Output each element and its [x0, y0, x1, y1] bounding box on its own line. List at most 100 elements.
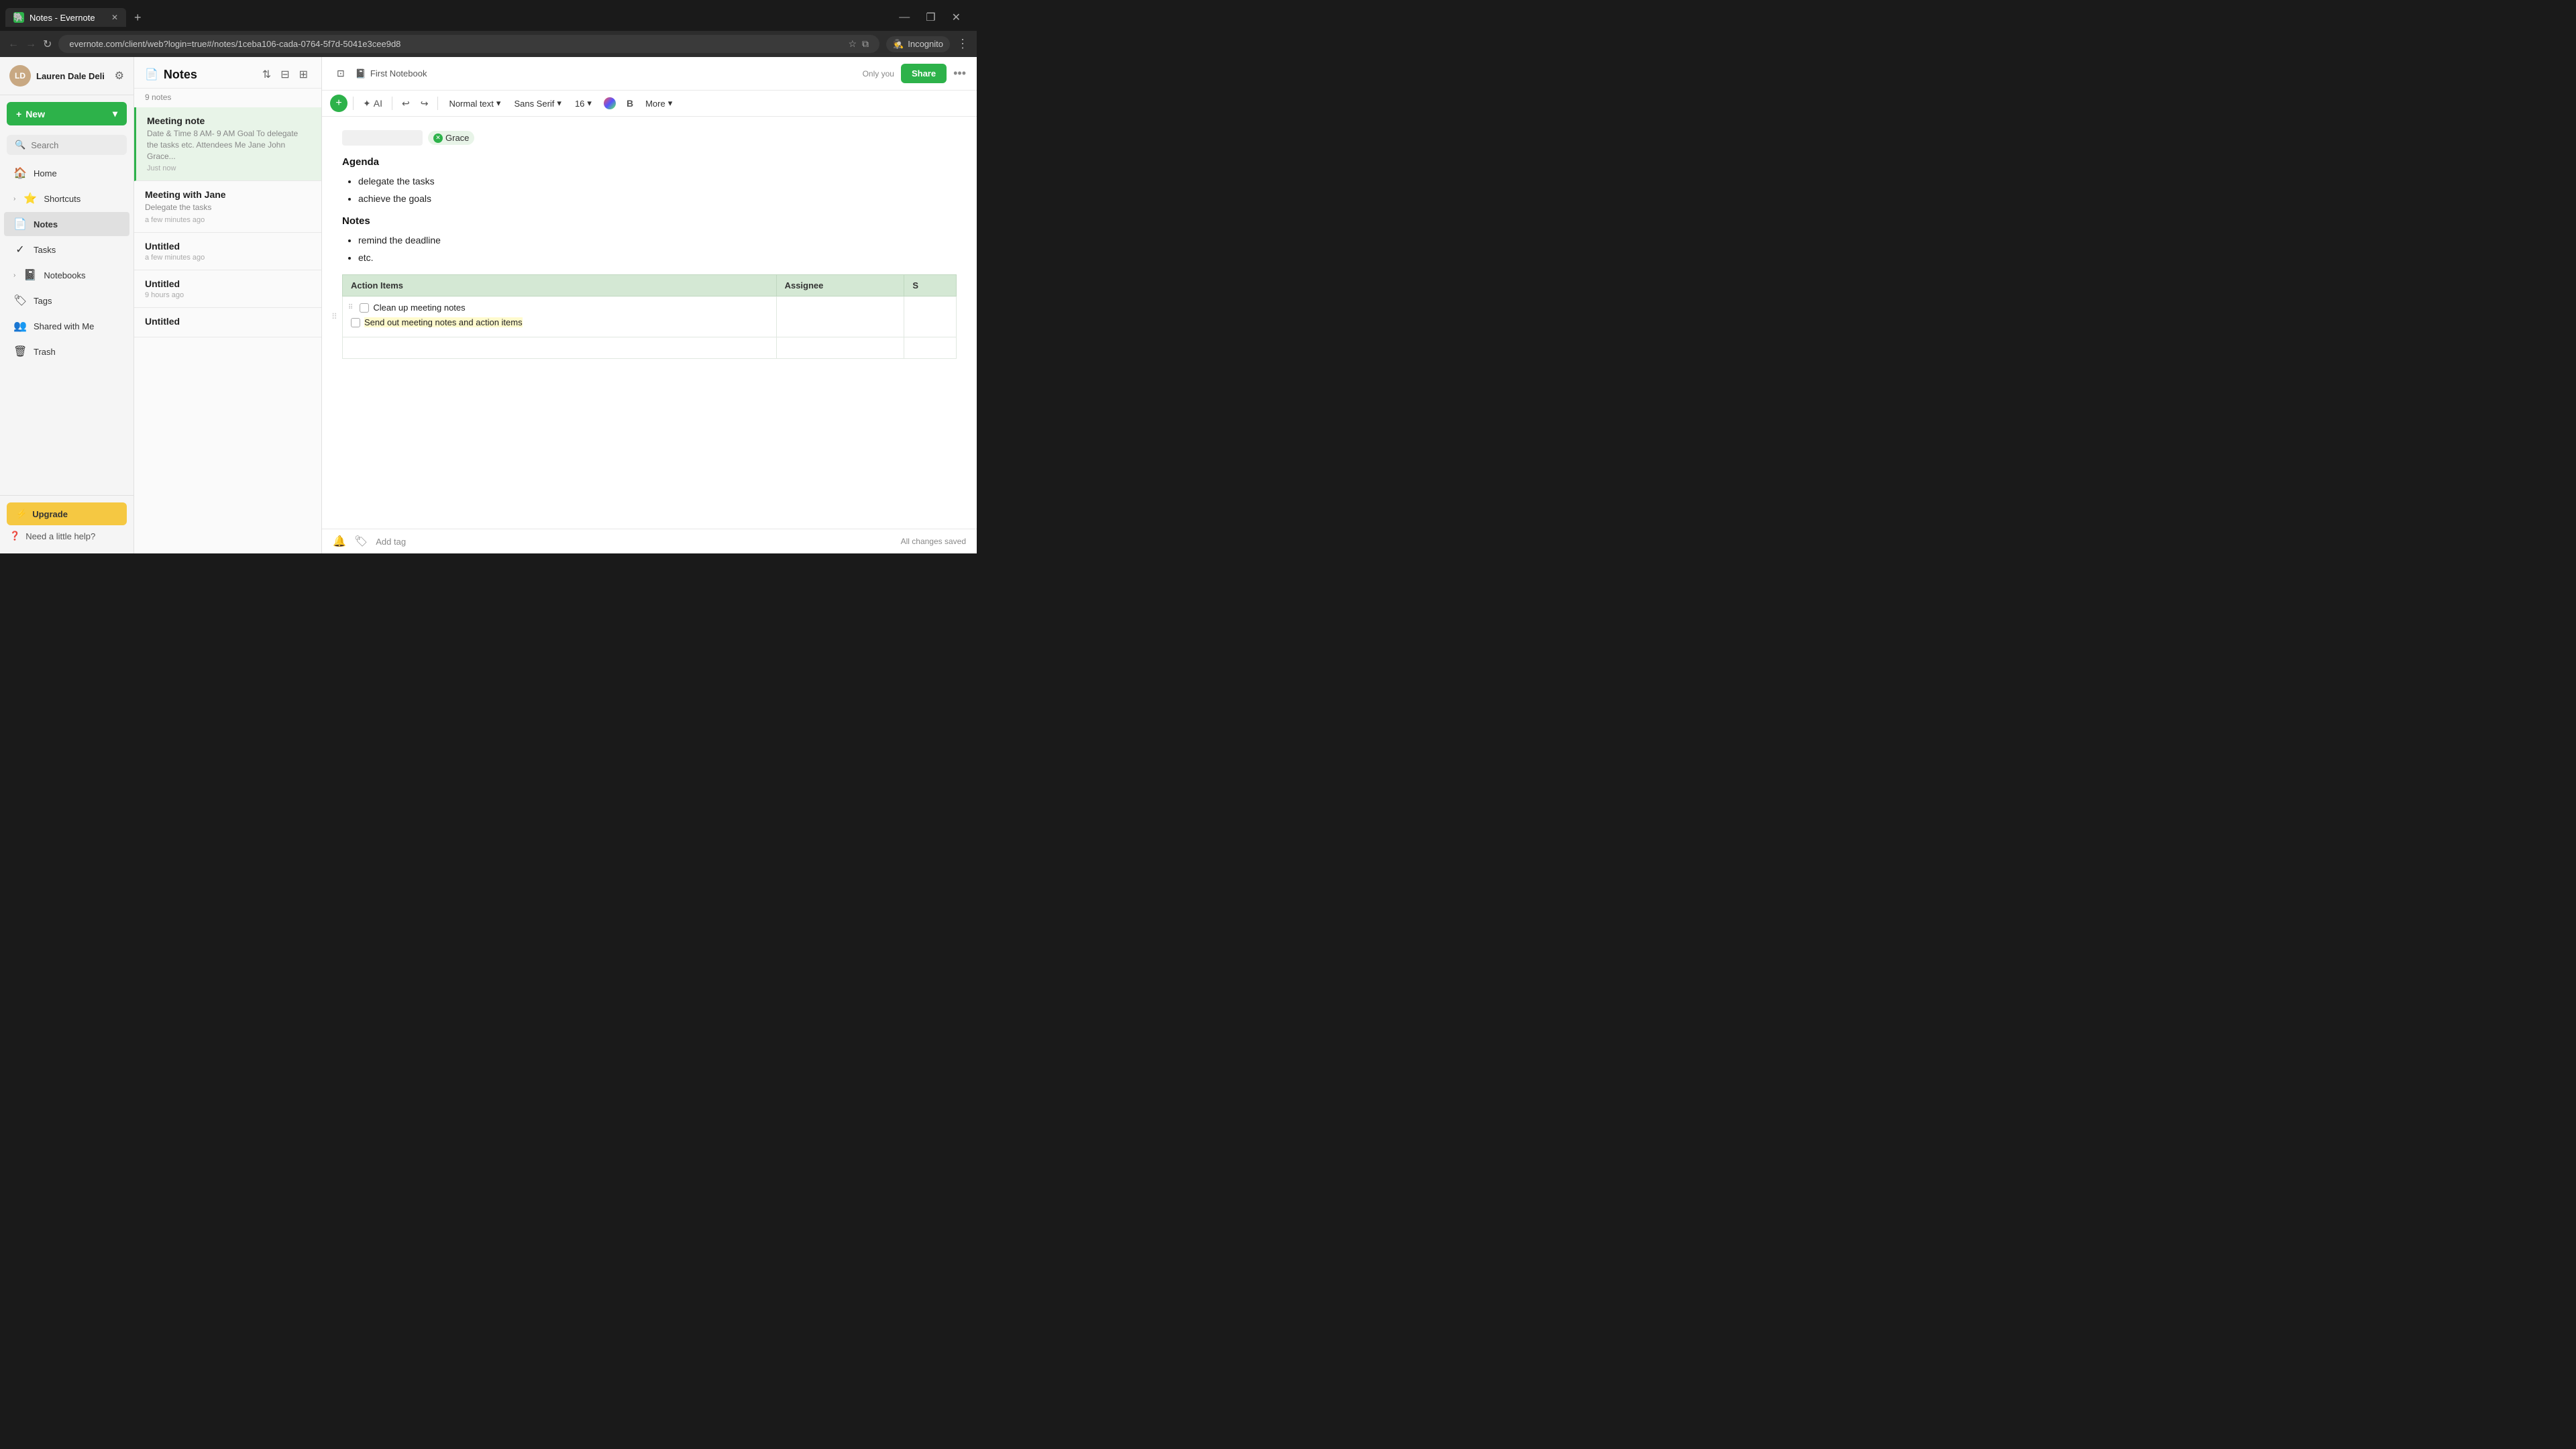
back-button[interactable]: ←	[8, 38, 19, 50]
sidebar-item-label: Shortcuts	[44, 194, 80, 204]
layout-icon-button[interactable]: ⊡	[333, 65, 349, 82]
color-button[interactable]	[600, 95, 620, 112]
table-drag-handle[interactable]: ⠿	[331, 312, 337, 321]
table-row-empty	[343, 337, 957, 359]
agenda-heading: Agenda	[342, 156, 957, 168]
window-icon[interactable]: ⧉	[862, 38, 869, 50]
task-text-2: Send out meeting notes and action items	[364, 317, 523, 327]
sidebar-item-shared[interactable]: 👥 Shared with Me	[4, 314, 129, 338]
new-tab-button[interactable]: +	[129, 8, 147, 28]
share-button[interactable]: Share	[901, 64, 947, 83]
agenda-list: delegate the tasks achieve the goals	[342, 174, 957, 206]
note-preview: Date & Time 8 AM- 9 AM Goal To delegate …	[147, 128, 311, 162]
star-icon[interactable]: ☆	[848, 38, 857, 50]
window-controls: — ❐ ✕	[888, 4, 971, 31]
table-row: ⠿ Clean up meeting notes Send out meetin…	[343, 297, 957, 337]
sidebar-item-tasks[interactable]: ✓ Tasks	[4, 237, 129, 262]
add-tag-label[interactable]: Add tag	[376, 537, 406, 547]
forward-button[interactable]: →	[25, 38, 36, 50]
close-window-button[interactable]: ✕	[947, 9, 966, 25]
attendee-chip-grace: ✕ Grace	[428, 131, 474, 145]
action-items-table: Action Items Assignee S ⠿	[342, 274, 957, 359]
task-checkbox-2[interactable]	[351, 318, 360, 327]
more-formatting-button[interactable]: More ▾	[640, 96, 678, 111]
ai-button[interactable]: ✦ AI	[359, 95, 386, 112]
sort-button[interactable]: ⇅	[260, 66, 274, 83]
note-item-untitled-3[interactable]: Untitled	[134, 308, 321, 337]
help-item[interactable]: ❓ Need a little help?	[7, 525, 127, 547]
note-item-untitled-1[interactable]: Untitled a few minutes ago	[134, 233, 321, 270]
font-size-select[interactable]: 16 ▾	[570, 96, 597, 111]
sidebar-user: LD Lauren Dale Deli ⚙	[0, 57, 133, 95]
font-select[interactable]: Sans Serif ▾	[508, 96, 567, 111]
editor-footer: 🔔 🏷 Add tag All changes saved	[322, 529, 977, 553]
table-cell-assignee	[776, 297, 904, 337]
insert-button[interactable]: +	[330, 95, 347, 112]
search-box[interactable]: 🔍 Search	[7, 135, 127, 155]
notes-panel: 📄 Notes ⇅ ⊟ ⊞ 9 notes Meeting note Date …	[134, 57, 322, 553]
sidebar-item-notes[interactable]: 📄 Notes	[4, 212, 129, 236]
reminder-button[interactable]: 🔔	[333, 535, 346, 548]
browser-chrome: 🐘 Notes - Evernote ✕ + — ❐ ✕ ← → ↻ evern…	[0, 0, 977, 57]
tags-icon: 🏷	[13, 294, 27, 307]
minimize-button[interactable]: —	[894, 9, 915, 25]
task-list: ⠿ Clean up meeting notes Send out meetin…	[351, 302, 768, 327]
undo-button[interactable]: ↩	[398, 95, 414, 112]
sidebar: LD Lauren Dale Deli ⚙ + New ▾ 🔍 Search 🏠…	[0, 57, 134, 553]
note-time: 9 hours ago	[145, 291, 311, 299]
sidebar-item-shortcuts[interactable]: › ⭐ Shortcuts	[4, 186, 129, 211]
task-checkbox-1[interactable]	[360, 303, 369, 313]
redo-button[interactable]: ↪	[417, 95, 433, 112]
bold-button[interactable]: B	[623, 95, 637, 111]
sidebar-item-trash[interactable]: 🗑 Trash	[4, 339, 129, 364]
filter-button[interactable]: ⊟	[278, 66, 292, 83]
list-item: achieve the goals	[358, 192, 957, 206]
search-icon: 🔍	[15, 140, 25, 150]
row-drag-handle[interactable]: ⠿	[348, 304, 353, 311]
browser-more-button[interactable]: ⋮	[957, 37, 969, 51]
more-label: More	[645, 99, 665, 109]
upgrade-button[interactable]: ⚡ Upgrade	[7, 502, 127, 525]
divider	[437, 97, 438, 110]
note-item-meeting-note[interactable]: Meeting note Date & Time 8 AM- 9 AM Goal…	[134, 107, 321, 181]
attendee-name: Grace	[445, 133, 469, 143]
list-item: Send out meeting notes and action items	[351, 317, 768, 327]
help-label: Need a little help?	[25, 531, 95, 541]
notes-icon: 📄	[13, 217, 27, 231]
incognito-badge: 🕵 Incognito	[886, 36, 950, 52]
note-time: a few minutes ago	[145, 254, 311, 262]
notebook-reference[interactable]: 📓 First Notebook	[356, 68, 427, 79]
sidebar-item-label: Shared with Me	[34, 321, 94, 331]
address-bar[interactable]: evernote.com/client/web?login=true#/note…	[58, 35, 879, 53]
notebook-name: First Notebook	[370, 68, 427, 78]
sidebar-item-label: Tasks	[34, 245, 56, 255]
note-item-meeting-jane[interactable]: Meeting with Jane Delegate the tasks a f…	[134, 181, 321, 233]
more-options-button[interactable]: •••	[953, 66, 966, 80]
active-tab[interactable]: 🐘 Notes - Evernote ✕	[5, 8, 126, 27]
gear-icon[interactable]: ⚙	[115, 69, 124, 83]
text-style-select[interactable]: Normal text ▾	[443, 96, 506, 111]
refresh-button[interactable]: ↻	[43, 38, 52, 51]
editor-panel: ⊡ 📓 First Notebook Only you Share ••• + …	[322, 57, 977, 553]
new-button[interactable]: + New ▾	[7, 102, 127, 125]
note-preview: Delegate the tasks	[145, 202, 311, 213]
note-item-untitled-2[interactable]: Untitled 9 hours ago	[134, 270, 321, 308]
maximize-button[interactable]: ❐	[920, 9, 941, 25]
notebook-icon: 📓	[356, 68, 366, 79]
sidebar-item-notebooks[interactable]: › 📓 Notebooks	[4, 263, 129, 287]
sidebar-item-home[interactable]: 🏠 Home	[4, 161, 129, 185]
address-bar-row: ← → ↻ evernote.com/client/web?login=true…	[0, 31, 977, 57]
notes-list: remind the deadline etc.	[342, 233, 957, 265]
view-button[interactable]: ⊞	[297, 66, 311, 83]
notes-count: 9 notes	[134, 89, 321, 107]
tag-icon-button[interactable]: 🏷	[354, 535, 368, 548]
sidebar-item-label: Home	[34, 168, 57, 178]
table-col-assignee: Assignee	[776, 275, 904, 297]
tab-bar: 🐘 Notes - Evernote ✕ + — ❐ ✕	[0, 0, 977, 31]
ai-icon: ✦	[363, 98, 371, 109]
chip-x[interactable]: ✕	[433, 133, 443, 143]
attendees-row: ✕ Grace	[342, 130, 957, 146]
sidebar-item-tags[interactable]: 🏷 Tags	[4, 288, 129, 313]
tab-close-button[interactable]: ✕	[111, 13, 118, 22]
editor-content[interactable]: ✕ Grace Agenda delegate the tasks achiev…	[322, 117, 977, 529]
